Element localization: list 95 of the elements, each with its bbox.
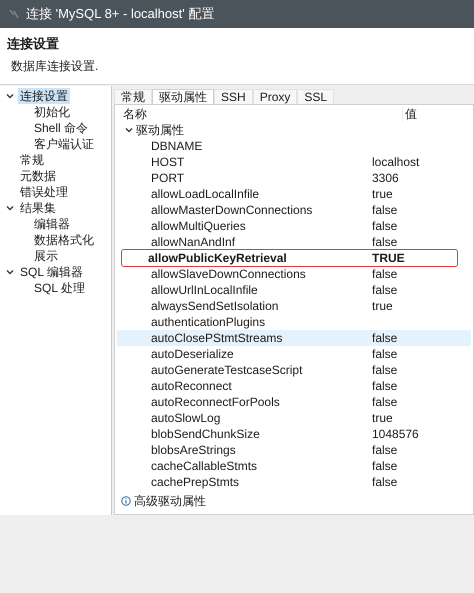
property-value: 3306 <box>372 170 399 186</box>
property-name: blobSendChunkSize <box>150 426 261 442</box>
property-name: blobsAreStrings <box>150 442 237 458</box>
tree-item[interactable]: 错误处理 <box>18 184 70 200</box>
property-value: true <box>372 410 393 426</box>
tree-item[interactable]: 编辑器 <box>32 216 72 232</box>
property-name: HOST <box>150 154 186 170</box>
tree-item[interactable]: 元数据 <box>18 168 58 184</box>
tree-item[interactable]: Shell 命令 <box>32 120 90 136</box>
property-name: cachePrepStmts <box>150 474 240 490</box>
tab[interactable]: 常规 <box>114 89 152 104</box>
tab[interactable]: SSH <box>214 89 253 104</box>
property-name: DBNAME <box>150 138 204 154</box>
property-row[interactable]: PORT 3306 <box>117 170 471 186</box>
property-name: allowNanAndInf <box>150 234 236 250</box>
property-name: allowMasterDownConnections <box>150 202 314 218</box>
property-name: autoReconnect <box>150 378 233 394</box>
chevron-down-icon[interactable] <box>6 204 14 212</box>
property-name: PORT <box>150 170 186 186</box>
tab[interactable]: Proxy <box>252 89 298 104</box>
property-name: allowSlaveDownConnections <box>150 266 307 282</box>
chevron-down-icon[interactable] <box>6 268 14 276</box>
property-value: false <box>372 282 398 298</box>
property-value: false <box>372 362 398 378</box>
property-name: autoClosePStmtStreams <box>150 330 284 346</box>
property-name: autoSlowLog <box>150 410 222 426</box>
property-row[interactable]: autoReconnectForPools false <box>117 394 471 410</box>
chevron-down-icon[interactable] <box>6 92 14 100</box>
column-header[interactable]: 值 <box>402 106 417 122</box>
property-row[interactable]: allowPublicKeyRetrieval TRUE <box>122 250 457 266</box>
property-row[interactable]: autoReconnect false <box>117 378 471 394</box>
tab[interactable]: 驱动属性 <box>152 89 214 104</box>
property-row[interactable]: alwaysSendSetIsolation true <box>117 298 471 314</box>
app-icon <box>8 8 20 20</box>
tree-item[interactable]: SQL 处理 <box>32 280 87 296</box>
property-name: authenticationPlugins <box>150 314 266 330</box>
chevron-down-icon[interactable] <box>125 126 133 134</box>
tree-item[interactable]: 常规 <box>18 152 46 168</box>
property-name: allowLoadLocalInfile <box>150 186 260 202</box>
property-row[interactable]: blobSendChunkSize 1048576 <box>117 426 471 442</box>
property-value: true <box>372 186 393 202</box>
property-row[interactable]: HOST localhost <box>117 154 471 170</box>
property-value: false <box>372 202 398 218</box>
tree-item[interactable]: SQL 编辑器 <box>18 264 85 280</box>
property-row[interactable]: cacheCallableStmts false <box>117 458 471 474</box>
tree-item[interactable]: 数据格式化 <box>32 232 96 248</box>
property-value: false <box>372 234 398 250</box>
property-row[interactable]: allowSlaveDownConnections false <box>117 266 471 282</box>
property-row[interactable]: autoClosePStmtStreams false <box>117 330 471 346</box>
property-name: alwaysSendSetIsolation <box>150 298 280 314</box>
property-name: autoDeserialize <box>150 346 235 362</box>
property-value: false <box>372 458 398 474</box>
property-row[interactable]: autoSlowLog true <box>117 410 471 426</box>
property-name: autoReconnectForPools <box>150 394 281 410</box>
property-value: TRUE <box>372 250 405 266</box>
tree-item[interactable]: 连接设置 <box>18 88 70 104</box>
tree-item[interactable]: 展示 <box>32 248 60 264</box>
property-value: false <box>372 330 398 346</box>
property-row[interactable]: blobsAreStrings false <box>117 442 471 458</box>
property-value: localhost <box>372 154 420 170</box>
property-row[interactable]: autoDeserialize false <box>117 346 471 362</box>
tab[interactable]: SSL <box>297 89 334 104</box>
property-value: false <box>372 218 398 234</box>
property-row[interactable]: DBNAME <box>117 138 471 154</box>
tree-item[interactable]: 客户端认证 <box>32 136 96 152</box>
property-value: false <box>372 266 398 282</box>
property-name: autoGenerateTestcaseScript <box>150 362 304 378</box>
page-title: 连接设置 <box>7 36 60 52</box>
tree-item[interactable]: 初始化 <box>32 104 72 120</box>
property-row[interactable]: allowLoadLocalInfile true <box>117 186 471 202</box>
property-name: allowMultiQueries <box>150 218 247 234</box>
column-header[interactable]: 名称 <box>115 106 402 122</box>
property-value: false <box>372 378 398 394</box>
property-row[interactable]: allowMasterDownConnections false <box>117 202 471 218</box>
property-name: allowPublicKeyRetrieval <box>147 250 288 266</box>
page-description: 数据库连接设置. <box>11 58 100 74</box>
tree-item[interactable]: 结果集 <box>18 200 58 216</box>
property-value: false <box>372 346 398 362</box>
property-row[interactable]: allowMultiQueries false <box>117 218 471 234</box>
property-row[interactable]: allowUrlInLocalInfile false <box>117 282 471 298</box>
property-value: false <box>372 474 398 490</box>
property-row[interactable]: allowNanAndInf false <box>117 234 471 250</box>
property-value: false <box>372 442 398 458</box>
advanced-properties-link[interactable]: 高级驱动属性 <box>134 493 206 509</box>
property-value: true <box>372 298 393 314</box>
group-label: 驱动属性 <box>136 122 184 138</box>
window-title: 连接 'MySQL 8+ - localhost' 配置 <box>26 5 214 24</box>
property-value: 1048576 <box>372 426 419 442</box>
property-row[interactable]: cachePrepStmts false <box>117 474 471 490</box>
property-row[interactable]: authenticationPlugins <box>117 314 471 330</box>
property-value: false <box>372 394 398 410</box>
property-name: allowUrlInLocalInfile <box>150 282 259 298</box>
property-name: cacheCallableStmts <box>150 458 258 474</box>
info-icon <box>121 496 131 506</box>
property-row[interactable]: autoGenerateTestcaseScript false <box>117 362 471 378</box>
